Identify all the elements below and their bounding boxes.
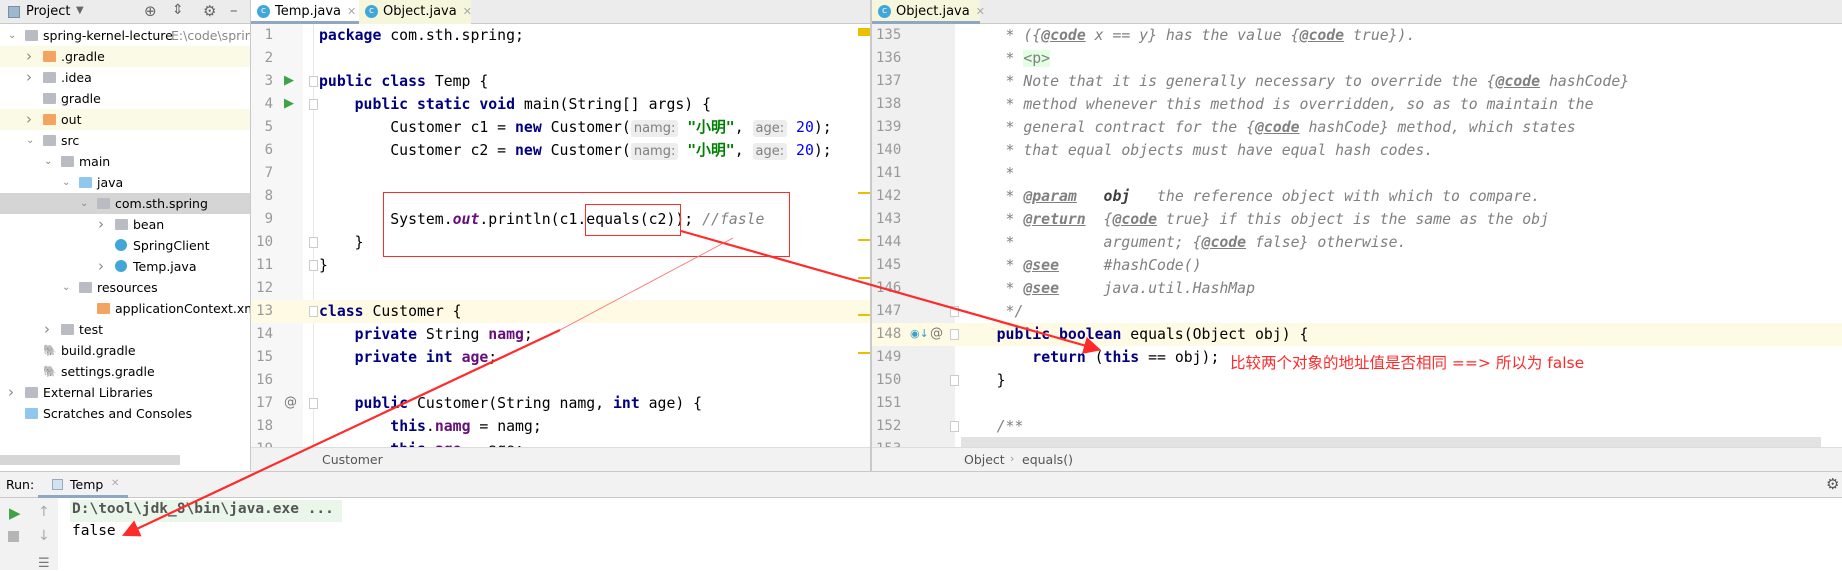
arrow-to-console-false xyxy=(122,329,561,537)
thin-connector-line xyxy=(559,237,734,331)
annotation-arrows xyxy=(122,229,1102,537)
arrow-to-object-equals xyxy=(680,229,1102,354)
